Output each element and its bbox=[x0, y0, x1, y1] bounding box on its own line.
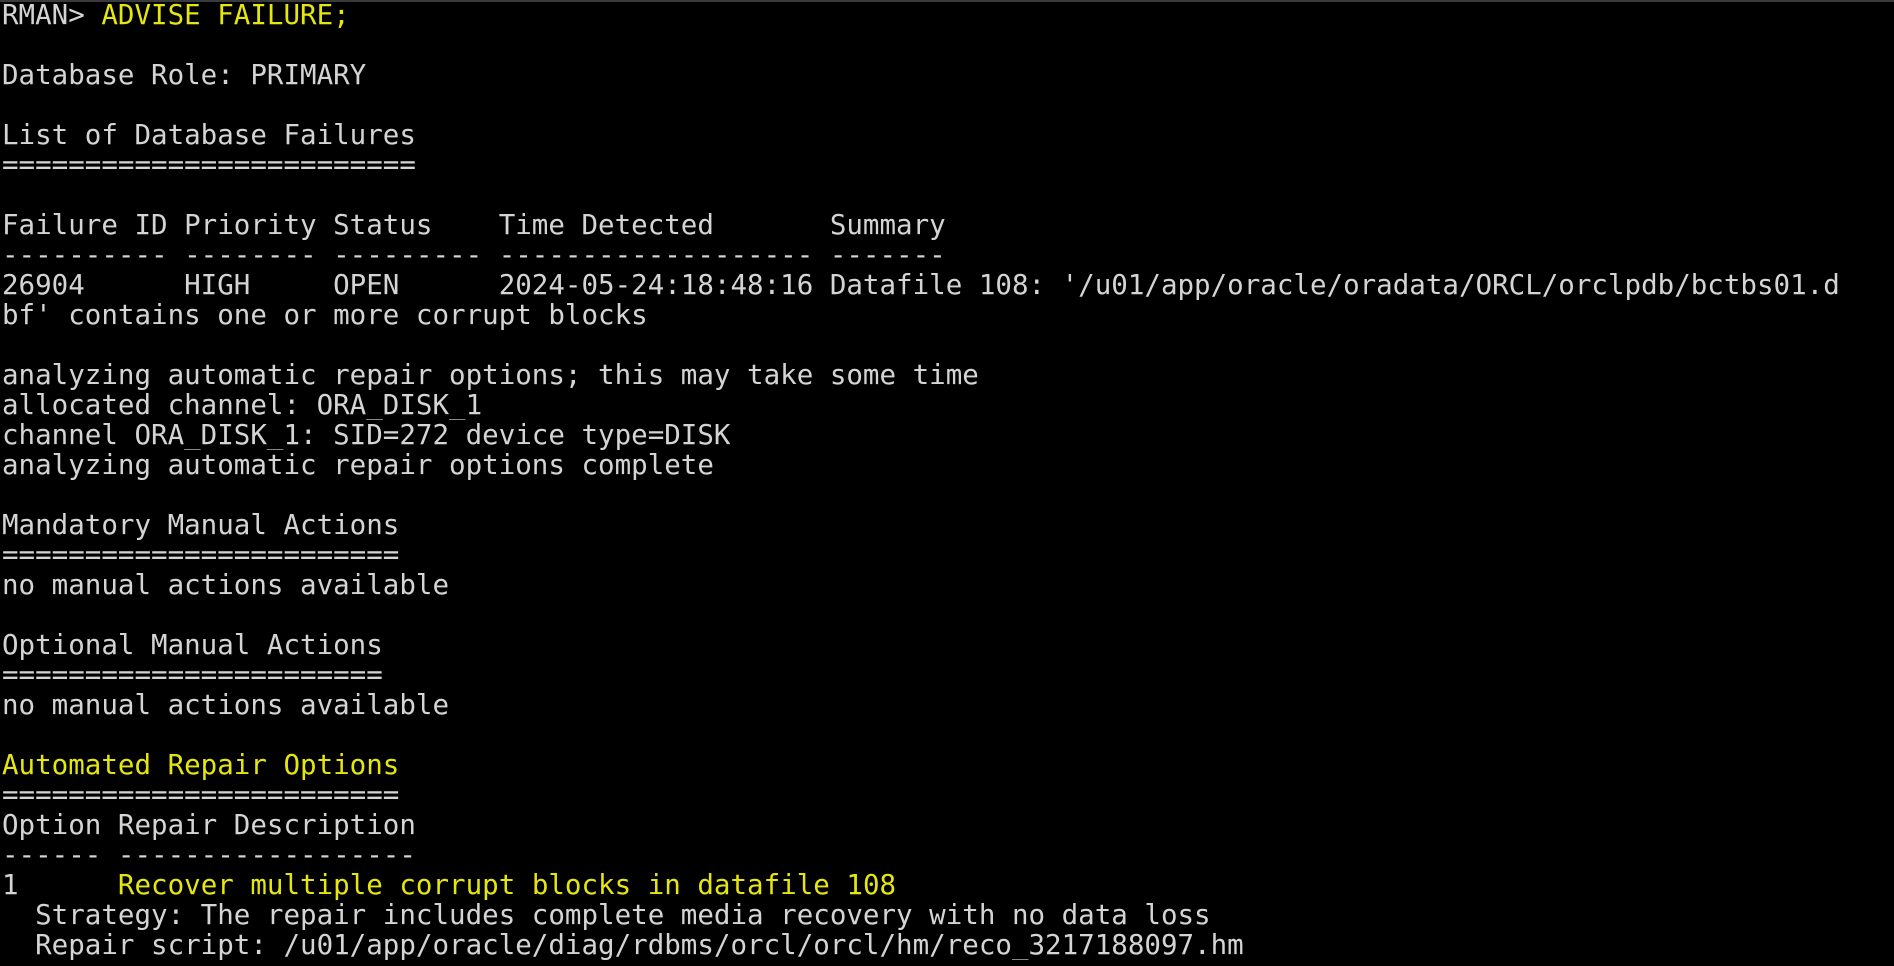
mandatory-actions-heading: Mandatory Manual Actions bbox=[2, 510, 400, 540]
terminal-window[interactable]: RMAN> ADVISE FAILURE; Database Role: PRI… bbox=[0, 0, 1894, 966]
command-line: RMAN> ADVISE FAILURE; bbox=[2, 0, 1894, 30]
repair-option-description: Recover multiple corrupt blocks in dataf… bbox=[117, 870, 897, 900]
repair-option-row: 1 Recover multiple corrupt blocks in dat… bbox=[2, 870, 1894, 900]
optional-actions-rule: ======================= bbox=[2, 660, 383, 690]
database-role: Database Role: PRIMARY bbox=[2, 60, 367, 90]
entered-command: ADVISE FAILURE; bbox=[101, 0, 350, 30]
mandatory-actions-text: no manual actions available bbox=[2, 570, 450, 600]
analysis-line: analyzing automatic repair options; this… bbox=[2, 360, 979, 390]
repair-script-path: Repair script: /u01/app/oracle/diag/rdbm… bbox=[2, 930, 1244, 960]
optional-actions-text: no manual actions available bbox=[2, 690, 450, 720]
failures-rule: ========================= bbox=[2, 150, 416, 180]
repair-table-header: Option Repair Description bbox=[2, 810, 416, 840]
failure-row: 26904 HIGH OPEN 2024-05-24:18:48:16 Data… bbox=[2, 270, 1840, 300]
repair-strategy: Strategy: The repair includes complete m… bbox=[2, 900, 1211, 930]
failures-table-header: Failure ID Priority Status Time Detected… bbox=[2, 210, 946, 240]
rman-prompt: RMAN> bbox=[2, 0, 102, 30]
automated-repair-heading: Automated Repair Options bbox=[2, 750, 400, 780]
repair-option-number: 1 bbox=[2, 870, 118, 900]
mandatory-actions-rule: ======================== bbox=[2, 540, 400, 570]
failures-heading: List of Database Failures bbox=[2, 120, 416, 150]
analysis-line: channel ORA_DISK_1: SID=272 device type=… bbox=[2, 420, 731, 450]
repair-table-separator: ------ ------------------ bbox=[2, 840, 416, 870]
optional-actions-heading: Optional Manual Actions bbox=[2, 630, 383, 660]
window-top-border bbox=[0, 0, 1894, 2]
analysis-line: allocated channel: ORA_DISK_1 bbox=[2, 390, 483, 420]
failure-row-continuation: bf' contains one or more corrupt blocks bbox=[2, 300, 648, 330]
failures-table-separator: ---------- -------- --------- ----------… bbox=[2, 240, 946, 270]
analysis-line: analyzing automatic repair options compl… bbox=[2, 450, 714, 480]
automated-repair-rule: ======================== bbox=[2, 780, 400, 810]
